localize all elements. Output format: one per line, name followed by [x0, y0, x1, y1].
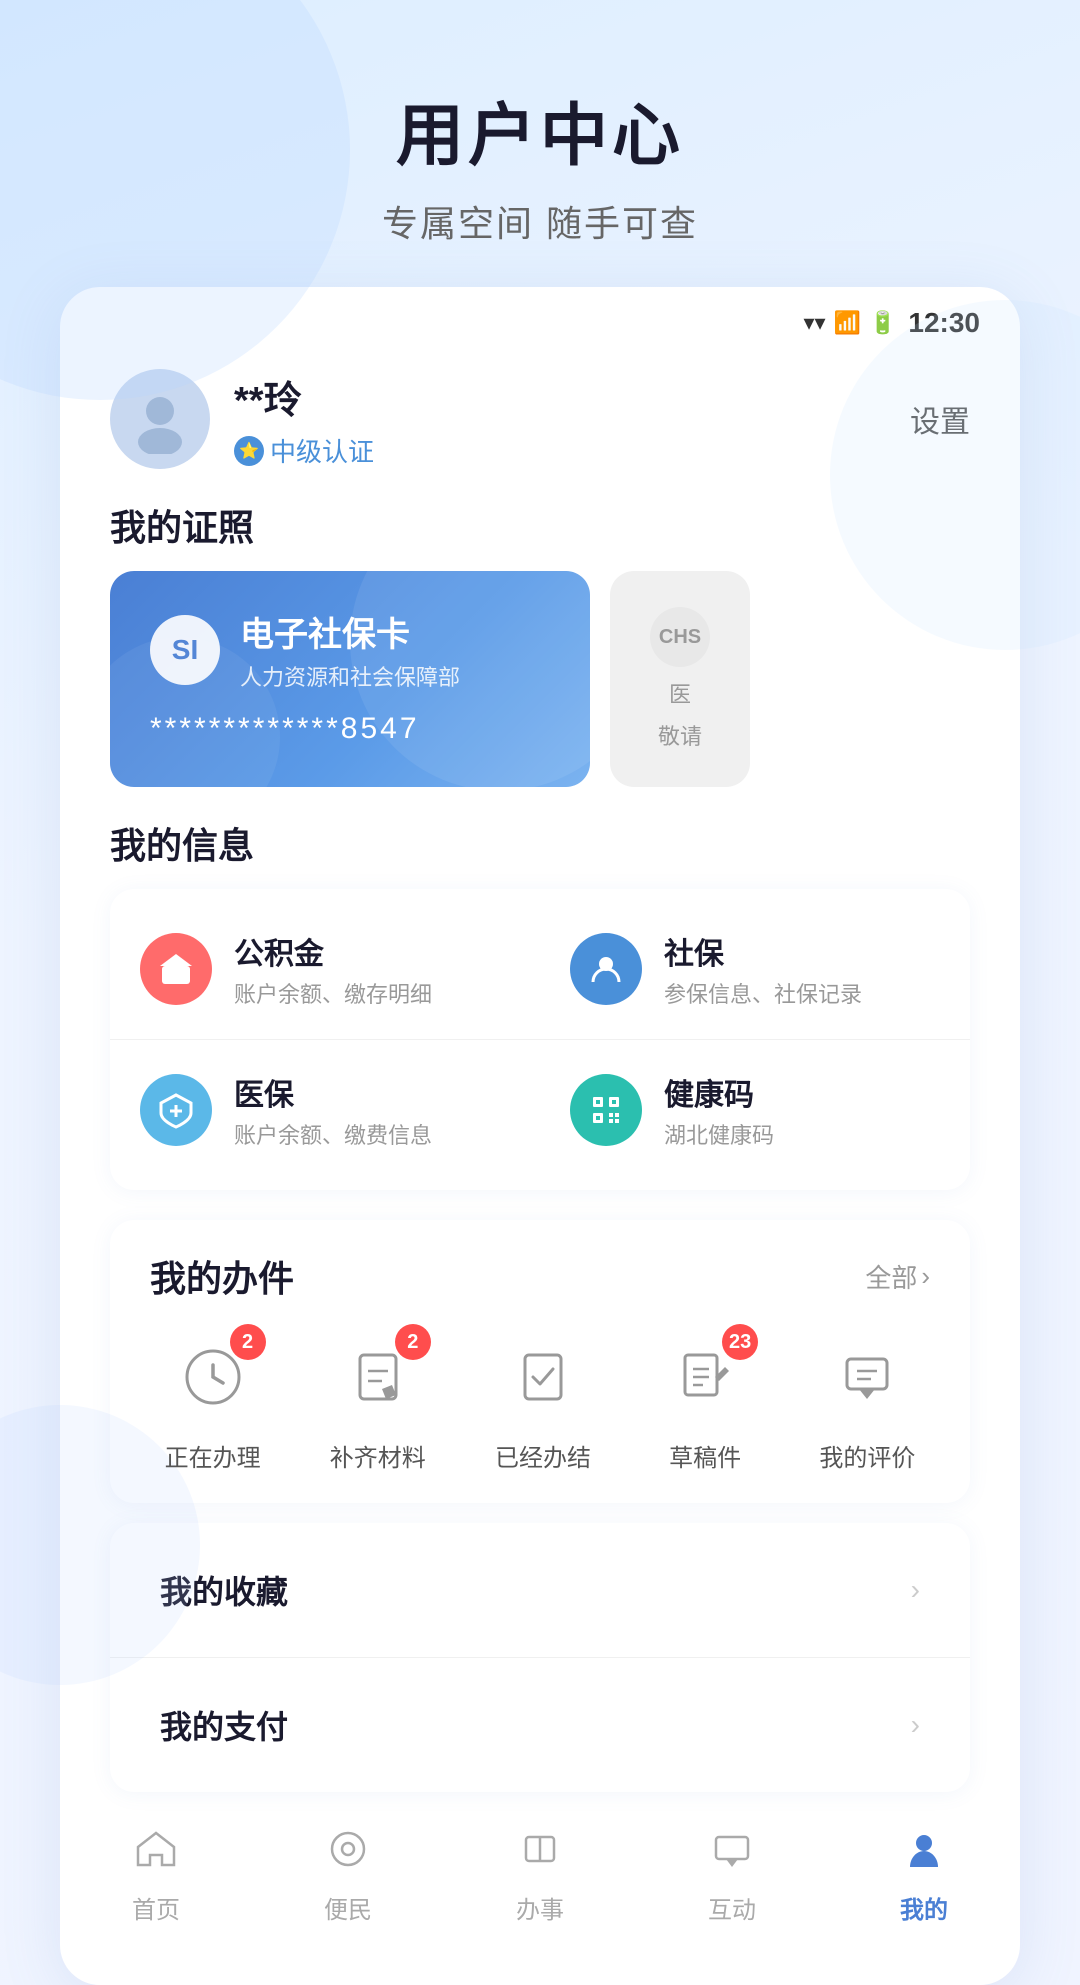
- user-name: **玲: [234, 369, 374, 424]
- business-section-header: 我的办件 全部 ›: [110, 1250, 970, 1322]
- card-number: *************8547: [150, 712, 550, 746]
- mine-icon: [902, 1827, 946, 1882]
- info-grid: 公积金 账户余额、缴存明细 社保 参保信息、社保记录: [110, 899, 970, 1180]
- cert-level: 中级认证: [270, 432, 374, 469]
- business-item-draft[interactable]: 23 草稿件: [660, 1332, 750, 1473]
- review-label: 我的评价: [819, 1438, 915, 1473]
- cert-icon: ⭐: [234, 436, 264, 466]
- medical-card-logo: CHS: [650, 607, 710, 667]
- yibao-icon: [140, 1074, 212, 1146]
- page-header: 用户中心 专属空间 随手可查: [0, 0, 1080, 287]
- hudong-icon: [710, 1827, 754, 1882]
- page-subtitle: 专属空间 随手可查: [0, 195, 1080, 247]
- bottom-nav: 首页 便民 办事: [60, 1807, 1020, 1955]
- card-org: 人力资源和社会保障部: [240, 660, 460, 692]
- business-item-completed[interactable]: 已经办结: [495, 1332, 591, 1473]
- user-badge: ⭐ 中级认证: [234, 432, 374, 469]
- business-icons: 2 正在办理 2 补齐材料: [110, 1322, 970, 1483]
- shebao-name: 社保: [664, 929, 862, 973]
- payment-chevron-icon: ›: [911, 1709, 920, 1741]
- page-title: 用户中心: [0, 80, 1080, 179]
- signal-icon: 📶: [834, 310, 861, 336]
- info-section-title: 我的信息: [60, 817, 1020, 869]
- yibao-name: 医保: [234, 1070, 432, 1114]
- business-item-processing[interactable]: 2 正在办理: [165, 1332, 261, 1473]
- cards-section-title: 我的证照: [60, 499, 1020, 551]
- my-business-section: 我的办件 全部 › 2 正在办理: [110, 1220, 970, 1503]
- my-payment-item[interactable]: 我的支付 ›: [110, 1658, 970, 1792]
- status-icons: ▾▾ 📶 🔋: [803, 310, 896, 336]
- cards-scroll: SI 电子社保卡 人力资源和社会保障部 *************8547 CH…: [60, 571, 1020, 787]
- draft-icon-wrap: 23: [660, 1332, 750, 1422]
- social-security-card[interactable]: SI 电子社保卡 人力资源和社会保障部 *************8547: [110, 571, 590, 787]
- view-all-button[interactable]: 全部 ›: [865, 1258, 930, 1295]
- review-icon-wrap: [822, 1332, 912, 1422]
- completed-icon-wrap: [498, 1332, 588, 1422]
- gongjijin-name: 公积金: [234, 929, 432, 973]
- nav-item-bianmin[interactable]: 便民: [278, 1827, 418, 1925]
- supplement-badge: 2: [395, 1324, 431, 1360]
- user-details: **玲 ⭐ 中级认证: [234, 369, 374, 469]
- medical-card-desc: 敬请: [658, 719, 702, 751]
- my-cards-section: 我的证照 SI 电子社保卡 人力资源和社会保障部 *************85…: [60, 499, 1020, 817]
- card-logo: SI: [150, 615, 220, 685]
- processing-icon-wrap: 2: [168, 1332, 258, 1422]
- chevron-right-icon: ›: [921, 1261, 930, 1292]
- shebao-desc: 参保信息、社保记录: [664, 977, 862, 1009]
- card-name: 电子社保卡: [240, 607, 460, 656]
- favorites-chevron-icon: ›: [911, 1574, 920, 1606]
- gongjijin-icon: [140, 933, 212, 1005]
- supplement-label: 补齐材料: [330, 1438, 426, 1473]
- battery-icon: 🔋: [869, 310, 896, 336]
- medical-card[interactable]: CHS 医 敬请: [610, 571, 750, 787]
- settings-button[interactable]: 设置: [910, 397, 970, 441]
- info-item-jiankangma[interactable]: 健康码 湖北健康码: [540, 1040, 970, 1180]
- business-item-review[interactable]: 我的评价: [819, 1332, 915, 1473]
- favorites-title: 我的收藏: [160, 1567, 288, 1613]
- yibao-desc: 账户余额、缴费信息: [234, 1118, 432, 1150]
- nav-item-mine[interactable]: 我的: [854, 1827, 994, 1925]
- shebao-icon: [570, 933, 642, 1005]
- nav-item-hudong[interactable]: 互动: [662, 1827, 802, 1925]
- user-info: **玲 ⭐ 中级认证: [110, 369, 374, 469]
- jiankangma-icon: [570, 1074, 642, 1146]
- jiankangma-name: 健康码: [664, 1070, 774, 1114]
- wifi-icon: ▾▾: [803, 310, 825, 336]
- phone-card: ▾▾ 📶 🔋 12:30 **玲 ⭐ 中级认证 设置: [60, 287, 1020, 1985]
- info-item-gongjijin[interactable]: 公积金 账户余额、缴存明细: [110, 899, 540, 1040]
- info-item-yibao[interactable]: 医保 账户余额、缴费信息: [110, 1040, 540, 1180]
- my-favorites-payment-section: 我的收藏 › 我的支付 ›: [110, 1523, 970, 1792]
- avatar: [110, 369, 210, 469]
- processing-badge: 2: [230, 1324, 266, 1360]
- completed-label: 已经办结: [495, 1438, 591, 1473]
- business-item-supplement[interactable]: 2 补齐材料: [330, 1332, 426, 1473]
- bianmin-icon: [326, 1827, 370, 1882]
- banshi-icon: [518, 1827, 562, 1882]
- my-favorites-item[interactable]: 我的收藏 ›: [110, 1523, 970, 1658]
- info-item-shebao[interactable]: 社保 参保信息、社保记录: [540, 899, 970, 1040]
- supplement-icon-wrap: 2: [333, 1332, 423, 1422]
- status-time: 12:30: [908, 307, 980, 339]
- card-header: SI 电子社保卡 人力资源和社会保障部: [150, 607, 550, 692]
- draft-label: 草稿件: [669, 1438, 741, 1473]
- medical-card-text: 医: [669, 677, 691, 709]
- nav-item-banshi[interactable]: 办事: [470, 1827, 610, 1925]
- business-title: 我的办件: [150, 1250, 294, 1302]
- draft-badge: 23: [722, 1324, 758, 1360]
- status-bar: ▾▾ 📶 🔋 12:30: [60, 287, 1020, 349]
- user-section: **玲 ⭐ 中级认证 设置: [60, 349, 1020, 499]
- home-icon: [134, 1827, 178, 1882]
- jiankangma-desc: 湖北健康码: [664, 1118, 774, 1150]
- nav-item-home[interactable]: 首页: [86, 1827, 226, 1925]
- payment-title: 我的支付: [160, 1702, 288, 1748]
- processing-label: 正在办理: [165, 1438, 261, 1473]
- my-info-section: 公积金 账户余额、缴存明细 社保 参保信息、社保记录: [110, 889, 970, 1190]
- gongjijin-desc: 账户余额、缴存明细: [234, 977, 432, 1009]
